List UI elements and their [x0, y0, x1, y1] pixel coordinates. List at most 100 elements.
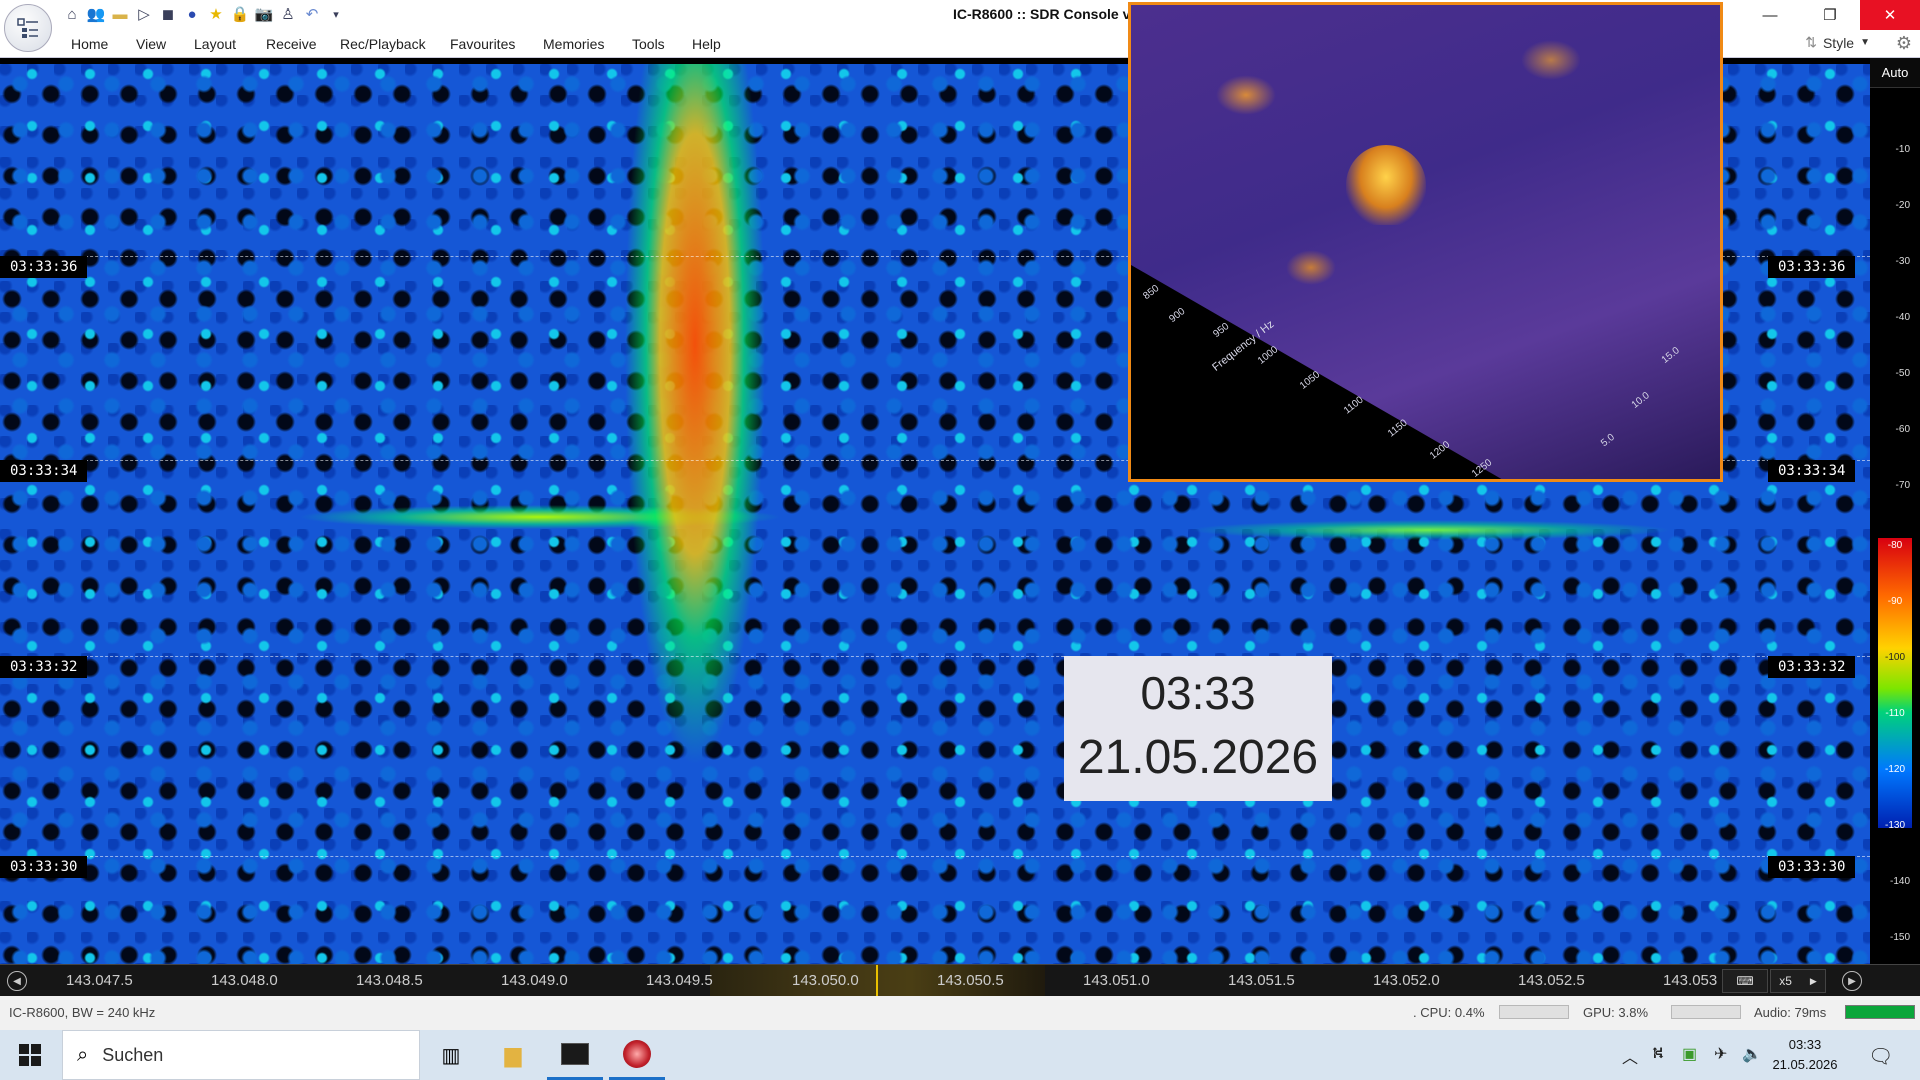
menu-receive[interactable]: Receive: [266, 36, 317, 52]
audio-status: Audio: 79ms: [1754, 1005, 1827, 1020]
window-title: IC-R8600 :: SDR Console v3: [953, 6, 1139, 22]
terminal-button[interactable]: [547, 1030, 603, 1080]
menu-home[interactable]: Home: [71, 36, 108, 52]
time-tick: 10.0: [1629, 390, 1652, 411]
network-adapter-icon[interactable]: ⛕: [1652, 1044, 1664, 1064]
time-label-left: 03:33:34: [0, 460, 88, 482]
keyboard-button[interactable]: ⌨: [1722, 969, 1768, 993]
dropdown-icon[interactable]: ▾: [326, 3, 346, 25]
minimize-button[interactable]: —: [1746, 0, 1794, 30]
tuning-marker[interactable]: [876, 965, 878, 997]
speaker-icon[interactable]: 🔈: [1742, 1044, 1762, 1064]
freq-label: 143.050.0: [792, 972, 859, 989]
keyboard-icon: ⌨: [1736, 974, 1754, 988]
overlay-time: 03:33: [1140, 667, 1256, 719]
menu-memories[interactable]: Memories: [543, 36, 604, 52]
menu-favourites[interactable]: Favourites: [450, 36, 515, 52]
sdr-console-window: ⌂ 👥 ▬ ▷ ◼ ● ★ 🔒 📷 ♙ ↶ ▾ IC-R8600 :: SDR …: [0, 0, 1920, 1080]
menu-rec-playback[interactable]: Rec/Playback: [340, 36, 426, 52]
lock-icon[interactable]: 🔒: [230, 3, 250, 25]
quick-access-toolbar: ⌂ 👥 ▬ ▷ ◼ ● ★ 🔒 📷 ♙ ↶ ▾: [62, 3, 346, 25]
time-label-left: 03:33:32: [0, 656, 88, 678]
datetime-overlay: 03:33 21.05.2026: [1064, 656, 1332, 801]
restore-button[interactable]: ❐: [1806, 0, 1854, 30]
menu-tools[interactable]: Tools: [632, 36, 665, 52]
sdr-console-icon: [623, 1039, 651, 1068]
chevron-down-icon: ▼: [1860, 37, 1870, 48]
home-icon[interactable]: ⌂: [62, 3, 82, 25]
time-label-left: 03:33:30: [0, 856, 88, 878]
db-scale[interactable]: Auto -10 -20 -30 -40 -50 -60 -70 -80 -90…: [1870, 58, 1920, 964]
show-hidden-icons-icon[interactable]: ︿: [1622, 1044, 1638, 1068]
close-button[interactable]: ✕: [1860, 0, 1920, 30]
notification-icon[interactable]: 🗨: [1868, 1044, 1893, 1069]
freq-label: 143.049.0: [501, 972, 568, 989]
overlay-date: 21.05.2026: [1077, 731, 1319, 784]
style-dropdown[interactable]: ⇅ Style ▼: [1805, 34, 1870, 51]
start-button[interactable]: [0, 1030, 60, 1080]
scroll-right-icon[interactable]: ▶: [1842, 971, 1862, 991]
db-mark: -10: [1895, 144, 1910, 155]
freq-label: 143.048.5: [356, 972, 423, 989]
freq-label: 143.051.5: [1228, 972, 1295, 989]
device-status: IC-R8600, BW = 240 kHz: [9, 1005, 156, 1020]
users-icon[interactable]: 👥: [86, 3, 106, 25]
time-gridline: [0, 656, 1870, 657]
db-mark: -40: [1895, 312, 1910, 323]
spectrum-peak: [1346, 145, 1426, 225]
inset-floor: [1131, 265, 1512, 479]
folder-icon: ▆: [504, 1042, 522, 1067]
folder-icon[interactable]: ▬: [110, 3, 130, 25]
style-icon: ⇅: [1805, 34, 1817, 50]
sdr-console-taskbar-button[interactable]: [609, 1030, 665, 1080]
freq-label: 143.048.0: [211, 972, 278, 989]
airplane-mode-icon[interactable]: ✈: [1714, 1044, 1727, 1064]
file-explorer-button[interactable]: ▆: [485, 1030, 541, 1080]
zoom-selector[interactable]: x5 ▶: [1770, 969, 1826, 993]
taskbar-search[interactable]: ⌕ Suchen: [62, 1030, 420, 1080]
favourite-star-icon[interactable]: ★: [206, 3, 226, 25]
audio-meter: [1845, 1005, 1915, 1019]
db-mark: -60: [1895, 424, 1910, 435]
db-mark: -90: [1887, 596, 1903, 607]
play-icon[interactable]: ▷: [134, 3, 154, 25]
status-bar: IC-R8600, BW = 240 kHz . CPU: 0.4% GPU: …: [0, 996, 1920, 1030]
freq-label: 143.053: [1663, 972, 1718, 989]
freq-label: 143.051.0: [1083, 972, 1150, 989]
stop-icon[interactable]: ◼: [158, 3, 178, 25]
chevron-right-icon: ▶: [1809, 975, 1817, 986]
menu-layout[interactable]: Layout: [194, 36, 236, 52]
settings-gear-icon[interactable]: ⚙: [1896, 33, 1912, 54]
gpu-tray-icon[interactable]: ▣: [1682, 1044, 1697, 1064]
cpu-status: . CPU: 0.4%: [1413, 1005, 1485, 1020]
spectrum-peak: [1216, 75, 1276, 115]
task-view-button[interactable]: ▥: [423, 1030, 479, 1080]
record-icon[interactable]: ●: [182, 3, 202, 25]
satellite-icon[interactable]: ♙: [278, 3, 298, 25]
undo-icon[interactable]: ↶: [302, 3, 322, 25]
db-mark: -100: [1884, 652, 1905, 663]
freq-label: 143.050.5: [937, 972, 1004, 989]
search-icon: ⌕: [77, 1043, 89, 1066]
auto-scale-button[interactable]: Auto: [1870, 58, 1920, 88]
db-mark: -50: [1895, 368, 1910, 379]
clock-date: 21.05.2026: [1772, 1057, 1838, 1072]
menu-view[interactable]: View: [136, 36, 166, 52]
windows-logo-icon: [19, 1044, 41, 1066]
terminal-icon: [561, 1042, 589, 1065]
scroll-left-icon[interactable]: ◀: [7, 971, 27, 991]
db-mark: -20: [1895, 200, 1910, 211]
frequency-axis[interactable]: ◀ 143.047.5 143.048.0 143.048.5 143.049.…: [0, 964, 1920, 997]
spectrum-3d-inset[interactable]: 850 900 950 1000 1050 1100 1150 1200 125…: [1128, 2, 1723, 482]
db-mark: -130: [1884, 820, 1905, 831]
db-mark: -30: [1895, 256, 1910, 267]
freq-label: 143.049.5: [646, 972, 713, 989]
task-view-icon: ▥: [441, 1044, 461, 1067]
snapshot-camera-icon[interactable]: 📷: [254, 3, 274, 25]
menu-help[interactable]: Help: [692, 36, 721, 52]
taskbar-clock[interactable]: 03:33 21.05.2026: [1760, 1035, 1850, 1075]
db-mark: -140: [1889, 876, 1910, 887]
app-menu-button[interactable]: [4, 4, 52, 52]
cpu-meter: [1499, 1005, 1569, 1019]
time-gridline: [0, 856, 1870, 857]
